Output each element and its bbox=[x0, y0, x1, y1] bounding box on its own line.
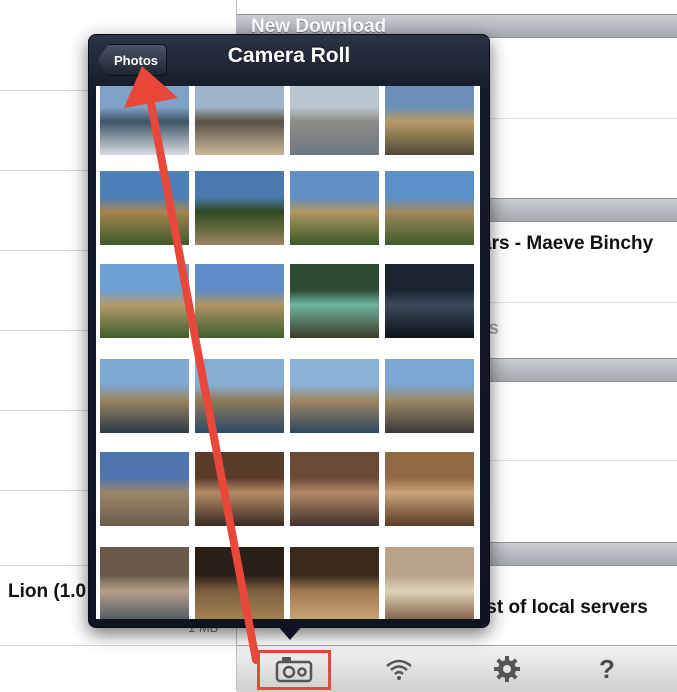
photo-thumbnail-cathedral-1[interactable] bbox=[385, 86, 474, 155]
photo-thumbnail-pool[interactable] bbox=[290, 264, 379, 338]
photos-back-button[interactable]: Photos bbox=[97, 44, 167, 76]
camera-icon bbox=[275, 657, 313, 683]
photo-thumbnail-courtyard-1[interactable] bbox=[195, 547, 284, 619]
tab-bar: ? bbox=[237, 645, 677, 692]
photo-thumbnail-couple-wall[interactable] bbox=[385, 359, 474, 433]
photo-thumbnail-gothic-facade[interactable] bbox=[100, 452, 189, 526]
photo-thumbnail-palm-tree[interactable] bbox=[195, 171, 284, 245]
tab-help[interactable]: ? bbox=[577, 646, 637, 692]
photo-thumbnail-cathedral-6[interactable] bbox=[195, 264, 284, 338]
photo-thumbnail-man-wall-3[interactable] bbox=[290, 359, 379, 433]
photo-thumbnail-harbor-2[interactable] bbox=[195, 86, 284, 155]
photo-thumbnail-cathedral-4[interactable] bbox=[385, 171, 474, 245]
photo-thumbnail-courtyard-2[interactable] bbox=[290, 547, 379, 619]
photo-thumbnail-building[interactable] bbox=[385, 547, 474, 619]
photo-thumbnail-cathedral-3[interactable] bbox=[290, 171, 379, 245]
photo-grid bbox=[96, 86, 480, 619]
photo-thumbnail-cathedral-5[interactable] bbox=[100, 264, 189, 338]
help-icon: ? bbox=[599, 653, 615, 684]
photo-thumbnail-cathedral-2[interactable] bbox=[100, 171, 189, 245]
wifi-icon bbox=[386, 659, 412, 680]
photo-thumbnail-statue-1[interactable] bbox=[195, 452, 284, 526]
photo-thumbnail-harbor-1[interactable] bbox=[100, 86, 189, 155]
tab-settings[interactable] bbox=[477, 646, 537, 692]
photo-thumbnail-harbor-3[interactable] bbox=[290, 86, 379, 155]
photo-thumbnail-arch-dark[interactable] bbox=[385, 264, 474, 338]
photo-thumbnail-man-wall-1[interactable] bbox=[100, 359, 189, 433]
photo-thumbnail-statue-2[interactable] bbox=[290, 452, 379, 526]
camera-roll-popover: Camera Roll Photos bbox=[88, 34, 490, 628]
popover-arrow bbox=[276, 624, 304, 640]
photo-thumbnail-man-wall-2[interactable] bbox=[195, 359, 284, 433]
gear-icon bbox=[494, 656, 520, 682]
tab-wifi[interactable] bbox=[369, 646, 429, 692]
book-title-cell[interactable]: ars - Maeve Binchy bbox=[481, 233, 653, 255]
tab-camera[interactable] bbox=[264, 646, 324, 692]
local-servers-cell[interactable]: ist of local servers bbox=[481, 597, 648, 619]
photo-thumbnail-door[interactable] bbox=[385, 452, 474, 526]
left-divider bbox=[0, 645, 236, 646]
file-list-item-label[interactable]: Lion (1.0 bbox=[8, 581, 86, 603]
photo-thumbnail-street[interactable] bbox=[100, 547, 189, 619]
